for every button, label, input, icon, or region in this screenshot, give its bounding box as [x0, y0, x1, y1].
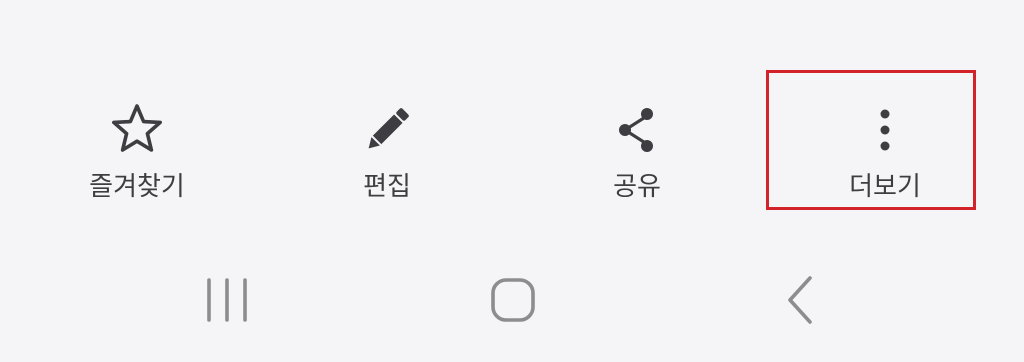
more-button[interactable]: 더보기	[795, 100, 975, 210]
home-button[interactable]	[478, 268, 548, 332]
edit-label: 편집	[363, 172, 411, 202]
favorite-label: 즐겨찾기	[89, 172, 185, 202]
back-icon	[788, 276, 812, 324]
favorite-button[interactable]: 즐겨찾기	[47, 100, 227, 210]
back-button[interactable]	[766, 268, 836, 332]
home-icon	[491, 278, 535, 322]
more-label: 더보기	[849, 172, 921, 202]
share-icon	[609, 102, 665, 158]
star-outline-icon	[109, 102, 165, 158]
recent-apps-button[interactable]	[193, 268, 263, 332]
share-label: 공유	[613, 172, 661, 202]
recent-apps-icon	[207, 278, 247, 322]
share-button[interactable]: 공유	[547, 100, 727, 210]
edit-button[interactable]: 편집	[297, 100, 477, 210]
pencil-icon	[359, 102, 415, 158]
more-vertical-icon	[857, 102, 913, 158]
